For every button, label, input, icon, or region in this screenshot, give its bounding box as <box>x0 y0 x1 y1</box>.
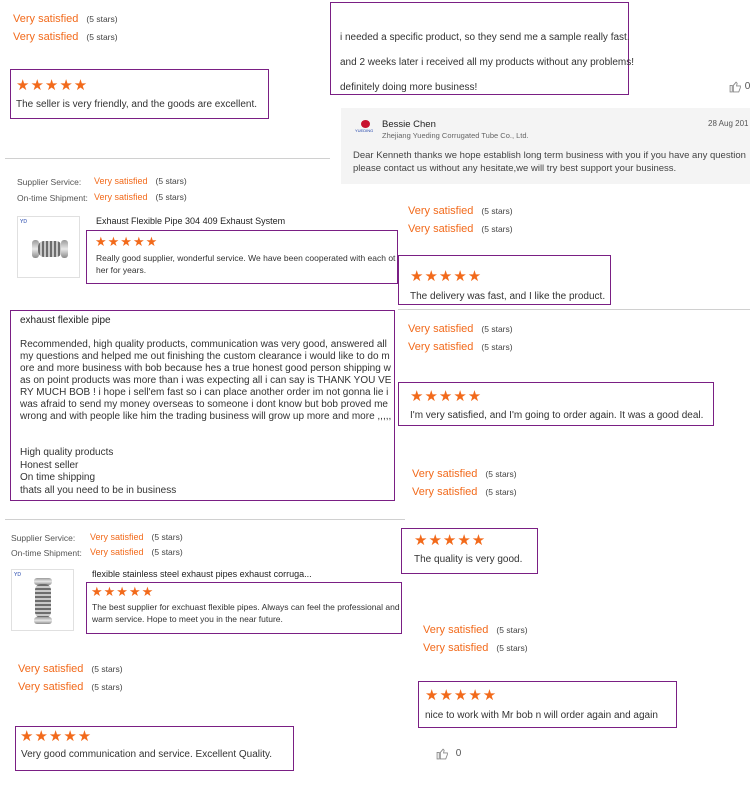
satisfaction-row: Very satisfied (5 stars) <box>408 341 513 353</box>
reply-company: Zhejiang Yueding Corrugated Tube Co., Lt… <box>382 131 529 140</box>
satisfaction-row: Very satisfied (5 stars) <box>423 642 528 654</box>
review-text: i needed a specific product, so they sen… <box>340 32 630 43</box>
review-card: ★★★★★ Really good supplier, wonderful se… <box>86 230 398 284</box>
review-text: The delivery was fast, and I like the pr… <box>410 291 606 302</box>
on-time-shipment-label: On-time Shipment: <box>11 548 82 558</box>
supplier-service-label: Supplier Service: <box>17 177 82 187</box>
on-time-shipment-rating: Very satisfied (5 stars) <box>90 547 183 557</box>
product-link[interactable]: flexible stainless steel exhaust pipes e… <box>92 569 312 579</box>
review-text: and 2 weeks later i received all my prod… <box>340 57 635 68</box>
star-rating: ★★★★★ <box>20 728 93 745</box>
satisfaction-row: Very satisfied (5 stars) <box>18 681 123 693</box>
star-rating: ★★★★★ <box>414 532 487 549</box>
review-card: ★★★★★ Very good communication and servic… <box>15 726 294 771</box>
product-image[interactable]: YD <box>17 216 80 278</box>
review-text: nice to work with Mr bob n will order ag… <box>425 710 658 721</box>
review-text: The best supplier for exchuast flexible … <box>92 602 400 624</box>
pipe-cap <box>34 617 52 624</box>
company-logo-icon: YD <box>14 572 21 578</box>
product-link[interactable]: Exhaust Flexible Pipe 304 409 Exhaust Sy… <box>96 216 285 226</box>
satisfaction-row: Very satisfied (5 stars) <box>408 205 513 217</box>
satisfaction-row: Very satisfied (5 stars) <box>423 624 528 636</box>
supplier-service-rating: Very satisfied (5 stars) <box>90 532 183 542</box>
pipe-cap <box>61 240 68 258</box>
review-text: The quality is very good. <box>414 554 523 565</box>
review-text: definitely doing more business! <box>340 82 478 93</box>
review-title: exhaust flexible pipe <box>20 315 111 326</box>
product-pipe-icon <box>38 241 62 257</box>
review-text: The seller is very friendly, and the goo… <box>16 99 258 110</box>
review-card: ★★★★★ nice to work with Mr bob n will or… <box>418 681 677 728</box>
on-time-shipment-label: On-time Shipment: <box>17 193 88 203</box>
divider <box>398 309 750 310</box>
like-button[interactable]: 0 <box>436 747 461 760</box>
reply-author: Bessie Chen <box>382 119 436 130</box>
satisfaction-row: Very satisfied (5 stars) <box>13 31 118 43</box>
on-time-shipment-rating: Very satisfied (5 stars) <box>94 192 187 202</box>
star-rating: ★★★★★ <box>16 77 89 94</box>
divider <box>5 519 405 520</box>
star-rating: ★★★★★ <box>425 687 498 704</box>
supplier-service-rating: Very satisfied (5 stars) <box>94 176 187 186</box>
product-pipe-icon <box>35 584 51 618</box>
product-image[interactable]: YD <box>11 569 74 631</box>
star-rating: ★★★★★ <box>410 268 483 285</box>
review-card: ★★★★★ The best supplier for exchuast fle… <box>86 582 402 634</box>
star-rating: ★★★★★ <box>410 388 483 405</box>
review-card: ★★★★★ The quality is very good. <box>401 528 538 574</box>
satisfaction-row: Very satisfied (5 stars) <box>412 486 517 498</box>
review-card: ★★★★★ I'm very satisfied, and I'm going … <box>398 382 714 426</box>
supplier-reply: YUEDING Bessie Chen Zhejiang Yueding Cor… <box>341 108 750 184</box>
satisfaction-row: Very satisfied (5 stars) <box>13 13 118 25</box>
review-text: Really good supplier, wonderful service.… <box>96 253 396 275</box>
list-item: Honest seller <box>20 459 79 471</box>
review-text: Very good communication and service. Exc… <box>21 749 273 760</box>
like-count: 0 <box>744 81 750 93</box>
review-card: ★★★★★ The delivery was fast, and I like … <box>398 255 611 305</box>
thumbs-up-icon <box>729 81 741 93</box>
company-logo-icon: YUEDING <box>355 120 377 134</box>
like-button[interactable]: 0 <box>729 80 750 93</box>
list-item: thats all you need to be in business <box>20 484 177 496</box>
star-rating: ★★★★★ <box>91 584 155 599</box>
review-text: Recommended, high quality products, comm… <box>20 339 392 422</box>
thumbs-up-icon <box>436 748 448 760</box>
list-item: On time shipping <box>20 472 96 483</box>
like-count: 0 <box>455 748 462 760</box>
reply-text: Dear Kenneth thanks we hope establish lo… <box>353 150 746 174</box>
review-text: I'm very satisfied, and I'm going to ord… <box>410 410 704 421</box>
satisfaction-row: Very satisfied (5 stars) <box>412 468 517 480</box>
divider <box>5 158 330 159</box>
list-item: High quality products <box>20 447 114 458</box>
company-logo-icon: YD <box>20 219 27 225</box>
review-card: ★★★★★ The seller is very friendly, and t… <box>10 69 269 119</box>
review-card: i needed a specific product, so they sen… <box>330 2 634 95</box>
reply-date: 28 Aug 201 <box>708 119 749 128</box>
star-rating: ★★★★★ <box>95 234 159 249</box>
supplier-service-label: Supplier Service: <box>11 533 76 543</box>
review-list: High quality products Honest seller On t… <box>20 447 176 497</box>
satisfaction-row: Very satisfied (5 stars) <box>18 663 123 675</box>
satisfaction-row: Very satisfied (5 stars) <box>408 223 513 235</box>
review-card: exhaust flexible pipe Recommended, high … <box>10 310 395 501</box>
satisfaction-row: Very satisfied (5 stars) <box>408 323 513 335</box>
